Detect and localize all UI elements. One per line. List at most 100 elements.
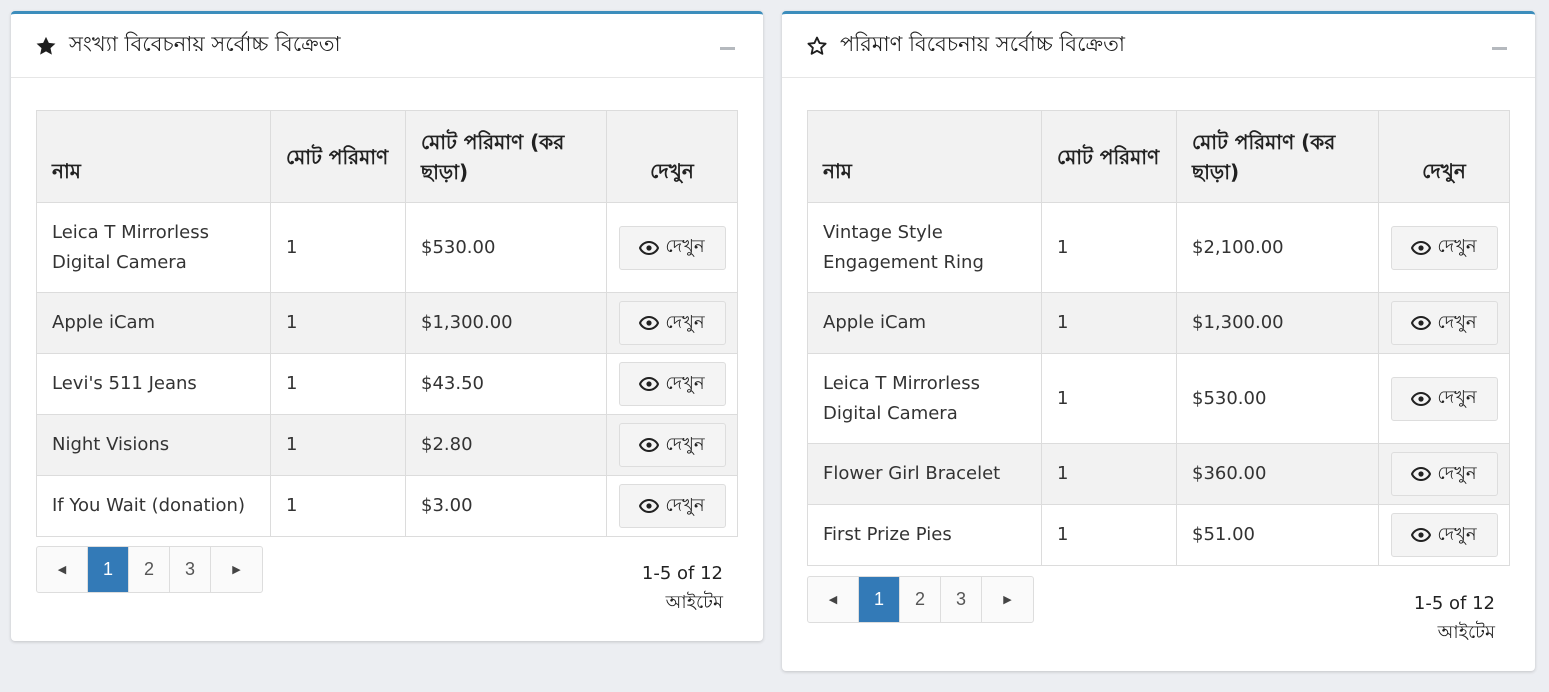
table-header-row: নাম মোট পরিমাণ মোট পরিমাণ (কর ছাড়া) দেখ… <box>36 110 738 203</box>
cell-name: Apple iCam <box>36 292 271 354</box>
pagination-page-1[interactable]: 1 <box>88 547 129 592</box>
cell-view: দেখুন <box>1378 504 1510 566</box>
cell-name: Levi's 511 Jeans <box>36 353 271 415</box>
collapse-icon[interactable] <box>1492 47 1507 50</box>
cell-qty: 1 <box>1041 443 1177 505</box>
cell-amount: $3.00 <box>405 475 607 537</box>
table-row: Flower Girl Bracelet 1 $360.00 দেখুন <box>807 443 1510 505</box>
cell-name: Leica T Mirrorless Digital Camera <box>807 353 1042 444</box>
col-header-total-qty[interactable]: মোট পরিমাণ <box>1041 110 1177 203</box>
view-button[interactable]: দেখুন <box>618 423 726 467</box>
col-header-name[interactable]: নাম <box>807 110 1042 203</box>
sellers-table: নাম মোট পরিমাণ মোট পরিমাণ (কর ছাড়া) দেখ… <box>807 110 1510 566</box>
cell-amount: $1,300.00 <box>405 292 607 354</box>
view-button[interactable]: দেখুন <box>618 362 726 406</box>
table-row: Levi's 511 Jeans 1 $43.50 দেখুন <box>36 353 738 415</box>
view-button-label: দেখুন <box>665 236 705 257</box>
pagination-prev-button[interactable]: ◀ <box>808 577 859 622</box>
view-button[interactable]: দেখুন <box>618 225 726 270</box>
view-button-label: দেখুন <box>1437 236 1477 257</box>
pagination: ◀ 1 2 3 ▶ <box>36 546 263 593</box>
star-filled-icon <box>35 35 57 57</box>
eye-icon <box>1411 467 1432 481</box>
cell-view: দেখুন <box>1378 202 1510 293</box>
cell-amount: $2.80 <box>405 414 607 476</box>
cell-amount: $530.00 <box>1176 353 1379 444</box>
pagination-page-3[interactable]: 3 <box>170 547 211 592</box>
view-button[interactable]: দেখুন <box>618 484 726 528</box>
cell-name: Leica T Mirrorless Digital Camera <box>36 202 271 293</box>
table-row: If You Wait (donation) 1 $3.00 দেখুন <box>36 475 738 537</box>
eye-icon <box>639 316 660 330</box>
table-row: Leica T Mirrorless Digital Camera 1 $530… <box>807 353 1510 444</box>
cell-view: দেখুন <box>1378 353 1510 444</box>
collapse-icon[interactable] <box>720 47 735 50</box>
table-row: Apple iCam 1 $1,300.00 দেখুন <box>807 292 1510 354</box>
cell-view: দেখুন <box>1378 443 1510 505</box>
cell-name: Night Visions <box>36 414 271 476</box>
cell-qty: 1 <box>1041 504 1177 566</box>
eye-icon <box>1411 391 1432 406</box>
view-button-label: দেখুন <box>1437 387 1477 408</box>
pagination: ◀ 1 2 3 ▶ <box>807 576 1034 623</box>
view-button-label: দেখুন <box>1437 462 1477 484</box>
eye-icon <box>1411 240 1432 255</box>
cell-qty: 1 <box>1041 202 1177 293</box>
pagination-prev-button[interactable]: ◀ <box>37 547 88 592</box>
view-button[interactable]: দেখুন <box>1390 376 1498 421</box>
view-button[interactable]: দেখুন <box>618 301 726 345</box>
pagination-page-2[interactable]: 2 <box>129 547 170 592</box>
sellers-table-wrap: নাম মোট পরিমাণ মোট পরিমাণ (কর ছাড়া) দেখ… <box>807 110 1510 566</box>
card-title: সংখ্যা বিবেচনায় সর্বোচ্চ বিক্রেতা <box>69 32 341 56</box>
cell-qty: 1 <box>1041 292 1177 354</box>
cell-amount: $2,100.00 <box>1176 202 1379 293</box>
sellers-table-wrap: নাম মোট পরিমাণ মোট পরিমাণ (কর ছাড়া) দেখ… <box>36 110 738 537</box>
view-button-label: দেখুন <box>665 311 705 333</box>
cell-view: দেখুন <box>606 292 738 354</box>
card-header: পরিমাণ বিবেচনায় সর্বোচ্চ বিক্রেতা <box>782 14 1535 78</box>
top-sellers-by-count-card: সংখ্যা বিবেচনায় সর্বোচ্চ বিক্রেতা নাম ম… <box>11 11 763 641</box>
cell-view: দেখুন <box>606 202 738 293</box>
eye-icon <box>639 499 660 513</box>
view-button-label: দেখুন <box>1437 523 1477 545</box>
col-header-total-amount[interactable]: মোট পরিমাণ (কর ছাড়া) <box>405 110 607 203</box>
cell-qty: 1 <box>270 414 406 476</box>
view-button[interactable]: দেখুন <box>1390 225 1498 270</box>
cell-view: দেখুন <box>606 353 738 415</box>
cell-amount: $1,300.00 <box>1176 292 1379 354</box>
view-button[interactable]: দেখুন <box>1390 513 1498 557</box>
cell-qty: 1 <box>270 292 406 354</box>
cell-view: দেখুন <box>1378 292 1510 354</box>
pagination-page-2[interactable]: 2 <box>900 577 941 622</box>
cell-name: Vintage Style Engagement Ring <box>807 202 1042 293</box>
items-count: 1-5 of 12 আইটেম <box>1414 589 1495 647</box>
cell-qty: 1 <box>270 202 406 293</box>
items-unit: আইটেম <box>665 592 723 613</box>
eye-icon <box>639 240 660 255</box>
col-header-total-amount[interactable]: মোট পরিমাণ (কর ছাড়া) <box>1176 110 1379 203</box>
table-row: First Prize Pies 1 $51.00 দেখুন <box>807 504 1510 566</box>
col-header-name[interactable]: নাম <box>36 110 271 203</box>
table-row: Apple iCam 1 $1,300.00 দেখুন <box>36 292 738 354</box>
cell-name: First Prize Pies <box>807 504 1042 566</box>
cell-qty: 1 <box>270 475 406 537</box>
view-button[interactable]: দেখুন <box>1390 301 1498 345</box>
table-row: Vintage Style Engagement Ring 1 $2,100.0… <box>807 202 1510 293</box>
items-unit: আইটেম <box>1437 622 1495 643</box>
table-row: Night Visions 1 $2.80 দেখুন <box>36 414 738 476</box>
col-header-total-qty[interactable]: মোট পরিমাণ <box>270 110 406 203</box>
pagination-next-button[interactable]: ▶ <box>982 577 1033 622</box>
cell-view: দেখুন <box>606 475 738 537</box>
sellers-table: নাম মোট পরিমাণ মোট পরিমাণ (কর ছাড়া) দেখ… <box>36 110 738 537</box>
view-button-label: দেখুন <box>665 494 705 516</box>
pagination-page-1[interactable]: 1 <box>859 577 900 622</box>
view-button[interactable]: দেখুন <box>1390 452 1498 496</box>
table-row: Leica T Mirrorless Digital Camera 1 $530… <box>36 202 738 293</box>
cell-qty: 1 <box>1041 353 1177 444</box>
cell-amount: $51.00 <box>1176 504 1379 566</box>
eye-icon <box>639 377 660 391</box>
cell-name: Apple iCam <box>807 292 1042 354</box>
cell-amount: $530.00 <box>405 202 607 293</box>
pagination-page-3[interactable]: 3 <box>941 577 982 622</box>
pagination-next-button[interactable]: ▶ <box>211 547 262 592</box>
